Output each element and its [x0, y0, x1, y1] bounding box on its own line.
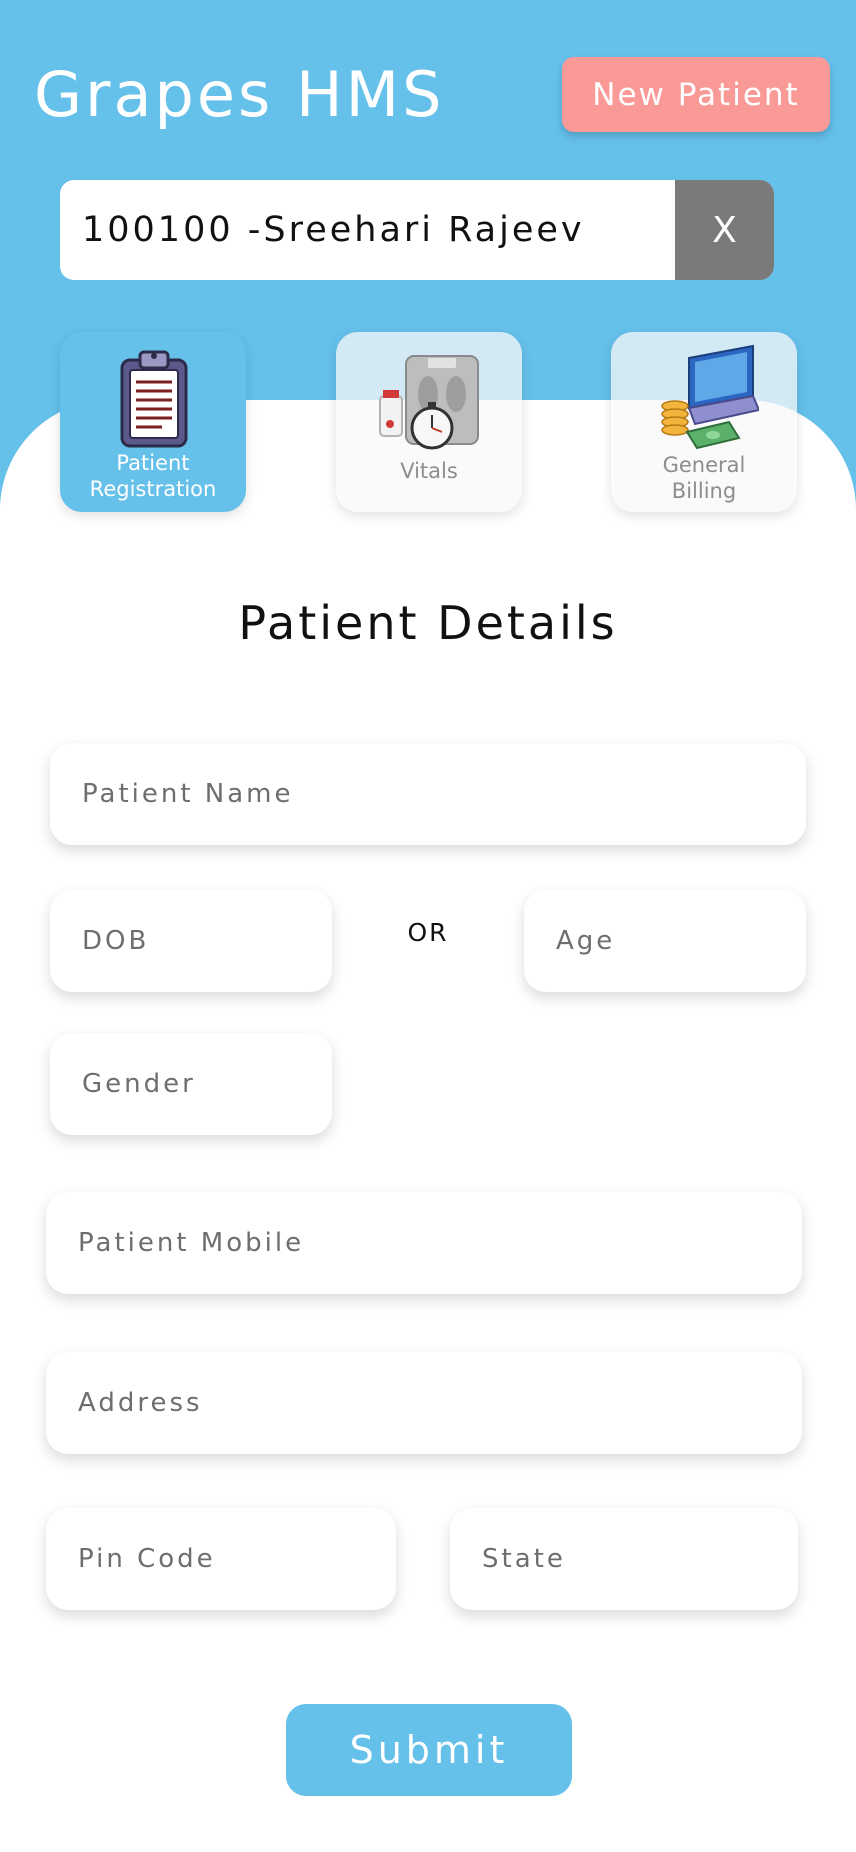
tab-label-line1: Vitals [400, 459, 458, 483]
patient-mobile-input[interactable] [78, 1228, 802, 1258]
tab-label-line2: Billing [671, 479, 737, 503]
laptop-coins-icon [661, 344, 759, 450]
tab-label-line1: Patient [116, 451, 190, 475]
or-separator: OR [407, 918, 449, 947]
new-patient-button[interactable]: New Patient [562, 57, 830, 132]
patient-mobile-field[interactable] [46, 1192, 802, 1294]
tab-label-line2: Registration [89, 477, 217, 501]
state-field[interactable] [450, 1508, 798, 1610]
patient-name-input[interactable] [82, 779, 806, 809]
page-title: Patient Details [238, 596, 618, 650]
weighing-scale-icon [379, 355, 479, 450]
clear-search-button[interactable]: X [675, 180, 774, 280]
pincode-input[interactable] [78, 1544, 396, 1574]
tab-label-line1: General [662, 453, 746, 477]
state-input[interactable] [482, 1544, 798, 1574]
submit-button[interactable]: Submit [286, 1704, 572, 1796]
clipboard-icon [120, 350, 188, 448]
app-title: Grapes HMS [34, 58, 445, 131]
patient-name-field[interactable] [50, 743, 806, 845]
address-input[interactable] [78, 1388, 802, 1418]
dob-input[interactable] [82, 926, 332, 956]
tab-vitals[interactable]: Vitals [336, 332, 522, 512]
dob-field[interactable] [50, 890, 332, 992]
gender-field[interactable] [50, 1033, 332, 1135]
pincode-field[interactable] [46, 1508, 396, 1610]
patient-search-value[interactable]: 100100 -Sreehari Rajeev [60, 180, 675, 280]
address-field[interactable] [46, 1352, 802, 1454]
age-input[interactable] [556, 926, 806, 956]
tab-patient-registration[interactable]: Patient Registration [60, 332, 246, 512]
tab-general-billing[interactable]: General Billing [611, 332, 797, 512]
patient-search-bar: 100100 -Sreehari Rajeev X [60, 180, 774, 280]
gender-input[interactable] [82, 1069, 332, 1099]
age-field[interactable] [524, 890, 806, 992]
